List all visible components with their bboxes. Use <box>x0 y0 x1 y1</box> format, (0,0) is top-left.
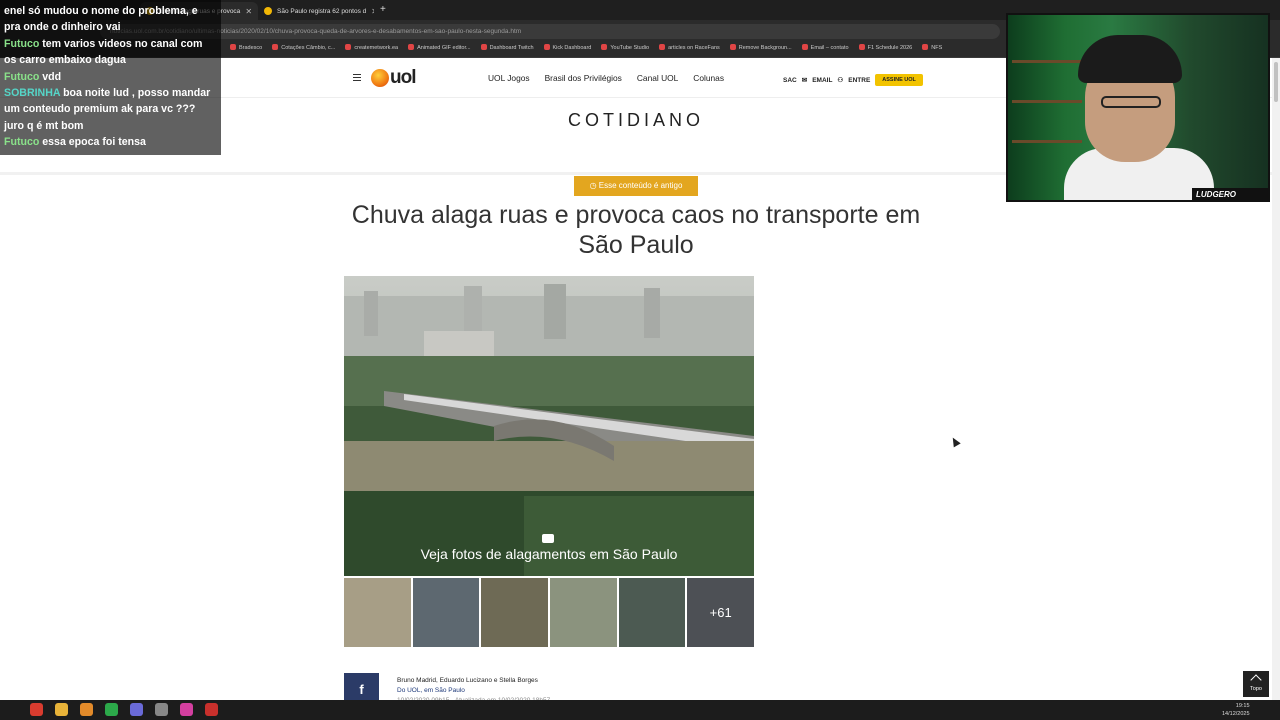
main-nav: UOL Jogos Brasil dos Privilégios Canal U… <box>488 73 724 83</box>
authors: Bruno Madrid, Eduardo Lucizano e Stella … <box>397 677 538 684</box>
scrollbar-thumb[interactable] <box>1274 62 1278 102</box>
nav-link-uol-jogos[interactable]: UOL Jogos <box>488 73 530 83</box>
nav-link-colunas[interactable]: Colunas <box>693 73 724 83</box>
sac-link[interactable]: SAC <box>783 77 797 84</box>
tab-2[interactable]: São Paulo registra 62 pontos d ✕ <box>258 2 374 20</box>
header-actions: SAC ✉ EMAIL ⚇ ENTRE ASSINE UOL <box>783 74 923 86</box>
gallery-caption[interactable]: Veja fotos de alagamentos em São Paulo <box>344 546 754 562</box>
close-tab-icon[interactable]: ✕ <box>371 7 374 16</box>
gallery-main-photo[interactable] <box>344 276 754 576</box>
mouse-cursor-icon <box>949 435 961 448</box>
chat-text: essa epoca foi tensa <box>42 136 146 149</box>
bookmark[interactable]: Bradesco <box>230 44 262 51</box>
chrome-icon[interactable] <box>30 703 43 716</box>
bookmark[interactable]: Animated GIF editor... <box>408 44 471 51</box>
source: Do UOL, em São Paulo <box>397 687 465 694</box>
gallery-thumbnail[interactable] <box>550 578 617 647</box>
stream-chat-overlay: enel só mudou o nome do problema, e pra … <box>0 0 221 155</box>
whatsapp-icon[interactable] <box>105 703 118 716</box>
app-icon[interactable] <box>180 703 193 716</box>
user-icon: ⚇ <box>837 77 844 84</box>
camera-icon <box>542 534 554 543</box>
bookmarks-list: Bradesco Cotações Câmbio, c... createmet… <box>230 44 942 51</box>
bookmark[interactable]: F1 Schedule 2026 <box>859 44 913 51</box>
gallery-thumbnail[interactable] <box>481 578 549 647</box>
bookshelf <box>1012 60 1082 63</box>
chat-message: Futuco vdd <box>4 69 217 85</box>
back-to-top-button[interactable]: Topo <box>1243 671 1269 697</box>
gallery-thumbnails: +61 <box>344 578 755 647</box>
close-tab-icon[interactable]: ✕ <box>245 7 252 16</box>
page-scrollbar[interactable] <box>1272 58 1280 700</box>
chat-message: enel só mudou o nome do problema, e pra … <box>4 3 217 36</box>
bookmark[interactable]: Kick Dashboard <box>544 44 592 51</box>
old-content-badge: ◷ Esse conteúdo é antigo <box>574 176 698 196</box>
bookmark[interactable]: YouTube Studio <box>601 44 649 51</box>
email-link[interactable]: EMAIL <box>812 77 832 84</box>
clock-time: 19:15 <box>1235 703 1250 709</box>
chat-user: Futuco <box>4 136 40 149</box>
gallery-thumbnail[interactable] <box>412 578 480 647</box>
chat-message: Futuco tem varios videos no canal com os… <box>4 36 217 69</box>
clock-date: 14/12/2025 <box>1222 711 1250 717</box>
chat-text: enel só mudou o nome do problema, e pra … <box>4 5 198 34</box>
discord-icon[interactable] <box>130 703 143 716</box>
gallery-thumbnail[interactable] <box>618 578 686 647</box>
file-explorer-icon[interactable] <box>55 703 68 716</box>
uol-favicon-icon <box>264 7 272 15</box>
address-bar[interactable]: noticias.uol.com.br/cotidiano/ultimas-no… <box>100 24 1000 39</box>
entre-link[interactable]: ENTRE <box>848 77 870 84</box>
bookmark[interactable]: NFS <box>922 44 942 51</box>
nav-link-brasil-dos-privilegios[interactable]: Brasil dos Privilégios <box>545 73 622 83</box>
flooded-street-photo <box>344 276 754 576</box>
glasses <box>1101 96 1161 108</box>
badge-label: Esse conteúdo é antigo <box>598 181 683 190</box>
chat-text: vdd <box>42 70 62 83</box>
article-title: Chuva alaga ruas e provoca caos no trans… <box>351 201 921 259</box>
chat-user: Futuco <box>4 37 40 50</box>
streamer-logo: LUDGERO <box>1192 188 1268 201</box>
system-clock[interactable]: 19:15 14/12/2025 <box>1222 702 1250 718</box>
app-icon[interactable] <box>205 703 218 716</box>
app-icon[interactable] <box>80 703 93 716</box>
mail-icon: ✉ <box>801 77 808 84</box>
new-tab-button[interactable]: + <box>380 4 386 15</box>
uol-logo[interactable]: uol <box>390 67 416 89</box>
chat-user: SOBRINHA <box>4 87 61 100</box>
chat-user: Futuco <box>4 70 40 83</box>
bookmark[interactable]: articles on RaceFans <box>659 44 720 51</box>
bookmark[interactable]: Cotações Câmbio, c... <box>272 44 335 51</box>
chat-message: SOBRINHA boa noite lud , posso mandar um… <box>4 85 217 134</box>
assine-uol-button[interactable]: ASSINE UOL <box>875 74 923 86</box>
tab-title: São Paulo registra 62 pontos d <box>277 7 367 15</box>
uol-logo-icon[interactable] <box>371 69 389 87</box>
menu-icon[interactable] <box>353 74 361 81</box>
bookshelf <box>1012 100 1082 103</box>
bookmark[interactable]: Remove Backgroun... <box>730 44 792 51</box>
gallery-thumbnail[interactable] <box>344 578 411 647</box>
nav-link-canal-uol[interactable]: Canal UOL <box>637 73 678 83</box>
obs-icon[interactable] <box>155 703 168 716</box>
bookmark[interactable]: Email – contato <box>802 44 849 51</box>
chat-message: Futuco essa epoca foi tensa <box>4 134 217 150</box>
facebook-share-button[interactable]: f <box>344 673 379 700</box>
taskbar-icons <box>30 703 218 716</box>
bookshelf <box>1012 140 1082 143</box>
bookmark[interactable]: createmetwork.ea <box>345 44 398 51</box>
more-photos-button[interactable]: +61 <box>687 578 755 647</box>
bookmark[interactable]: Dashboard Twitch <box>481 44 534 51</box>
clock-icon: ◷ <box>589 181 599 190</box>
